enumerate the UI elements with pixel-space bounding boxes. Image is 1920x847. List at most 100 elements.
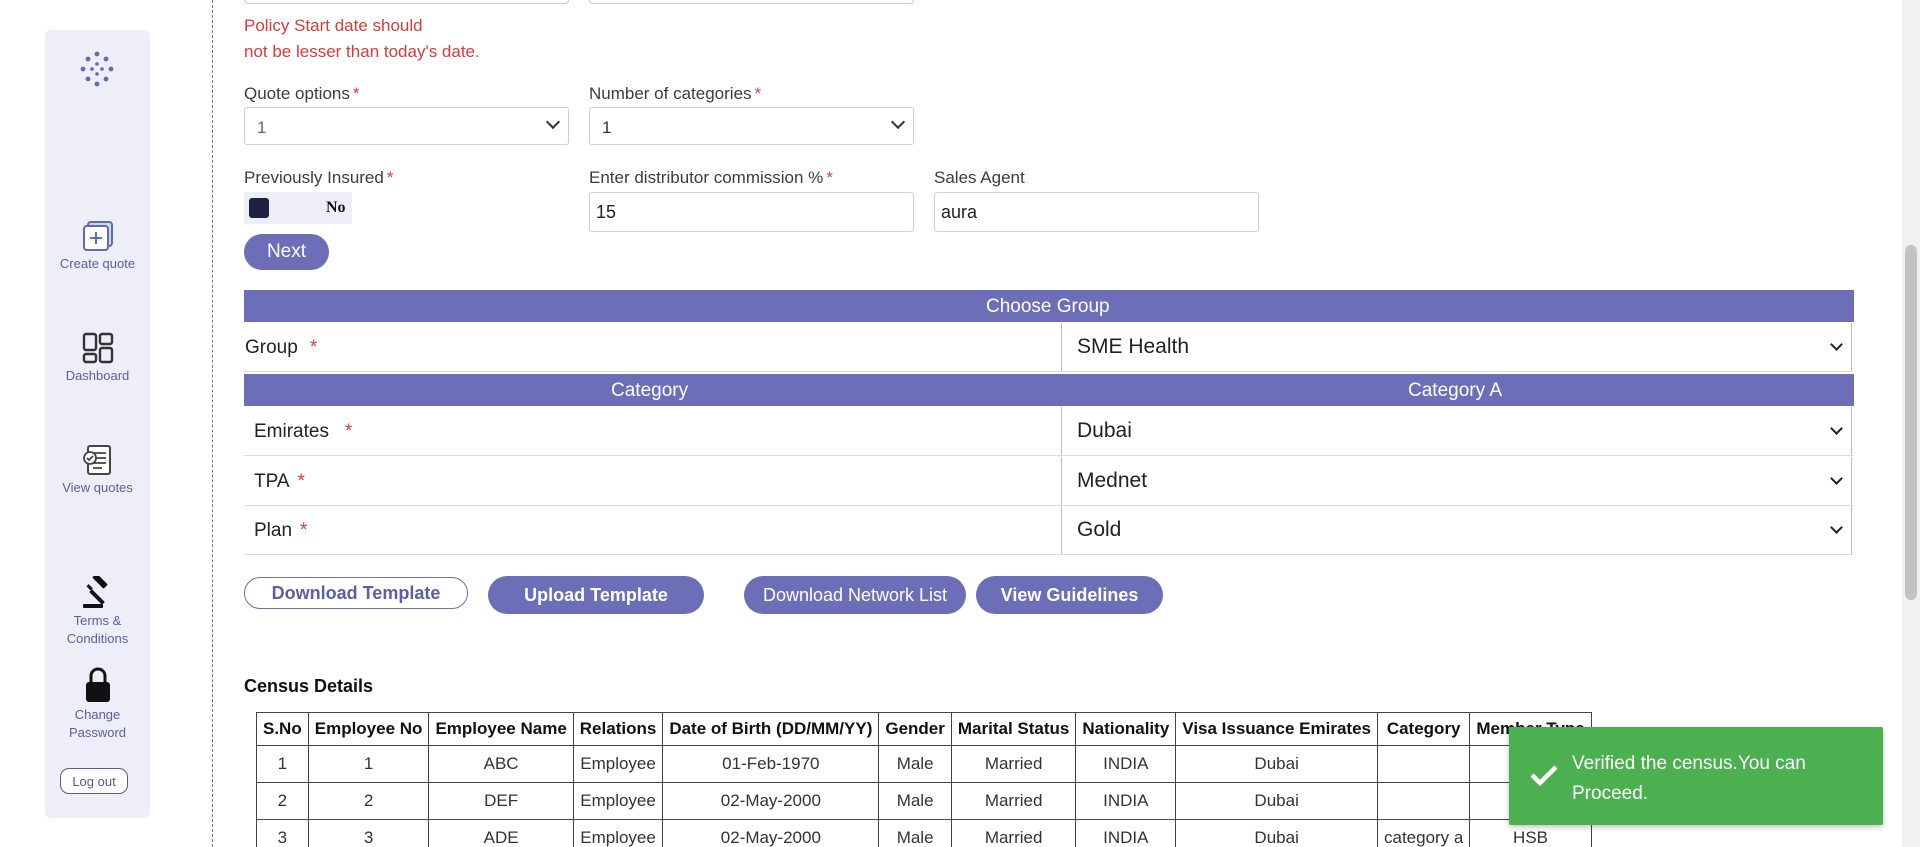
sidebar: Create quote Dashboard View quotes Terms… — [45, 30, 150, 818]
table-cell: 02-May-2000 — [662, 819, 880, 847]
sidebar-item-terms[interactable]: Terms & Conditions — [45, 576, 150, 648]
required-mark: * — [386, 168, 394, 187]
previously-insured-label: Previously Insured * — [244, 168, 393, 188]
table-cell: 3 — [307, 819, 430, 847]
input-stub — [589, 0, 914, 4]
table-cell: Married — [950, 782, 1077, 820]
table-cell: Employee — [572, 782, 664, 820]
column-header: Date of Birth (DD/MM/YY) — [662, 712, 880, 746]
column-header: Employee No — [307, 712, 430, 746]
plan-select[interactable]: Gold — [1061, 506, 1852, 554]
emirates-row: Emirates * Dubai — [244, 407, 1854, 456]
sidebar-divider — [212, 0, 213, 847]
commission-input[interactable]: 15 — [589, 192, 914, 232]
quote-options-select[interactable]: 1 — [244, 107, 569, 145]
group-select[interactable]: SME Health — [1061, 323, 1852, 371]
sidebar-item-label: Create quote — [59, 256, 136, 271]
sidebar-item-label: Conditions — [66, 631, 129, 646]
plan-row: Plan * Gold — [244, 506, 1854, 555]
sidebar-item-view-quotes[interactable]: View quotes — [45, 444, 150, 495]
previously-insured-toggle[interactable]: No — [244, 192, 352, 224]
table-cell — [1376, 745, 1471, 783]
page-scrollbar[interactable] — [1902, 0, 1920, 847]
chevron-down-icon — [1830, 472, 1843, 485]
sales-agent-label: Sales Agent — [934, 168, 1025, 188]
label-text: Enter distributor commission % — [589, 168, 824, 187]
table-cell: INDIA — [1075, 819, 1177, 847]
select-value: 1 — [257, 118, 267, 137]
table-row: 3 3 ADE Employee 02-May-2000 Male Marrie… — [256, 819, 1592, 847]
chevron-down-icon — [1830, 338, 1843, 351]
commission-label: Enter distributor commission % * — [589, 168, 833, 188]
gavel-icon — [82, 576, 107, 608]
row-label: TPA * — [254, 471, 305, 493]
select-value: Dubai — [1077, 419, 1132, 442]
row-label: Group * — [245, 337, 317, 359]
table-cell: Male — [878, 819, 952, 847]
label-text: Group — [245, 337, 298, 358]
plus-square-icon — [82, 221, 113, 251]
num-categories-select[interactable]: 1 — [589, 107, 914, 145]
required-mark: * — [826, 168, 833, 187]
required-mark: * — [309, 337, 318, 358]
table-cell: Married — [950, 745, 1077, 783]
category-header: Category Category A — [244, 374, 1854, 406]
toggle-knob — [249, 198, 269, 218]
table-cell: Dubai — [1175, 745, 1378, 783]
table-cell: category a — [1376, 819, 1471, 847]
upload-template-button[interactable]: Upload Template — [488, 576, 704, 614]
logout-button[interactable]: Log out — [60, 768, 128, 794]
table-header-row: S.No Employee No Employee Name Relations… — [256, 712, 1592, 746]
header-text: Choose Group — [986, 296, 1110, 317]
sidebar-item-change-password[interactable]: Change Password — [45, 666, 150, 742]
select-value: 1 — [602, 118, 612, 137]
required-mark: * — [344, 421, 353, 442]
tpa-select[interactable]: Mednet — [1061, 457, 1852, 505]
toast-message: Verified the census.You can Proceed. — [1572, 753, 1806, 804]
toggle-text: No — [326, 199, 346, 216]
sidebar-item-label: Dashboard — [65, 368, 130, 383]
label-text: Plan — [254, 520, 293, 541]
column-header: S.No — [256, 712, 309, 746]
table-cell: DEF — [428, 782, 574, 820]
page: Create quote Dashboard View quotes Terms… — [0, 0, 1920, 847]
required-mark: * — [297, 471, 305, 492]
table-cell: Employee — [572, 819, 664, 847]
table-cell: Employee — [572, 745, 664, 783]
row-label: Emirates * — [254, 421, 352, 443]
label-text: Sales Agent — [934, 168, 1025, 187]
table-cell: 2 — [307, 782, 430, 820]
table-cell: 3 — [256, 819, 309, 847]
table-cell: 2 — [256, 782, 309, 820]
row-label: Plan * — [254, 520, 307, 542]
success-toast[interactable]: Verified the census.You can Proceed. — [1509, 727, 1883, 825]
sales-agent-input[interactable]: aura — [934, 192, 1259, 232]
download-network-list-button[interactable]: Download Network List — [744, 576, 966, 614]
sidebar-item-dashboard[interactable]: Dashboard — [45, 332, 150, 383]
table-cell — [1376, 782, 1471, 820]
tpa-row: TPA * Mednet — [244, 457, 1854, 506]
emirates-select[interactable]: Dubai — [1061, 407, 1852, 455]
table-cell: 1 — [256, 745, 309, 783]
label-text: Emirates — [254, 421, 329, 442]
label-text: Previously Insured — [244, 168, 384, 187]
next-button[interactable]: Next — [244, 234, 329, 270]
sidebar-item-label: Password — [68, 725, 127, 740]
table-cell: 02-May-2000 — [662, 782, 880, 820]
num-categories-label: Number of categories * — [589, 84, 761, 104]
sidebar-item-create-quote[interactable]: Create quote — [45, 220, 150, 271]
view-guidelines-button[interactable]: View Guidelines — [976, 576, 1163, 614]
scrollbar-thumb[interactable] — [1905, 245, 1917, 600]
error-line: not be lesser than today's date. — [244, 42, 480, 61]
column-header: Gender — [878, 712, 952, 746]
sidebar-item-label: Change — [74, 707, 121, 722]
label-text: Quote options — [244, 84, 350, 103]
download-template-button[interactable]: Download Template — [244, 577, 468, 609]
column-header: Visa Issuance Emirates — [1175, 712, 1378, 746]
label-text: TPA — [254, 471, 290, 492]
required-mark: * — [754, 84, 762, 103]
table-row: 2 2 DEF Employee 02-May-2000 Male Marrie… — [256, 782, 1592, 820]
start-date-error: Policy Start date should not be lesser t… — [244, 13, 480, 65]
table-cell: Male — [878, 745, 952, 783]
sidebar-item-label: Terms & — [73, 613, 122, 628]
